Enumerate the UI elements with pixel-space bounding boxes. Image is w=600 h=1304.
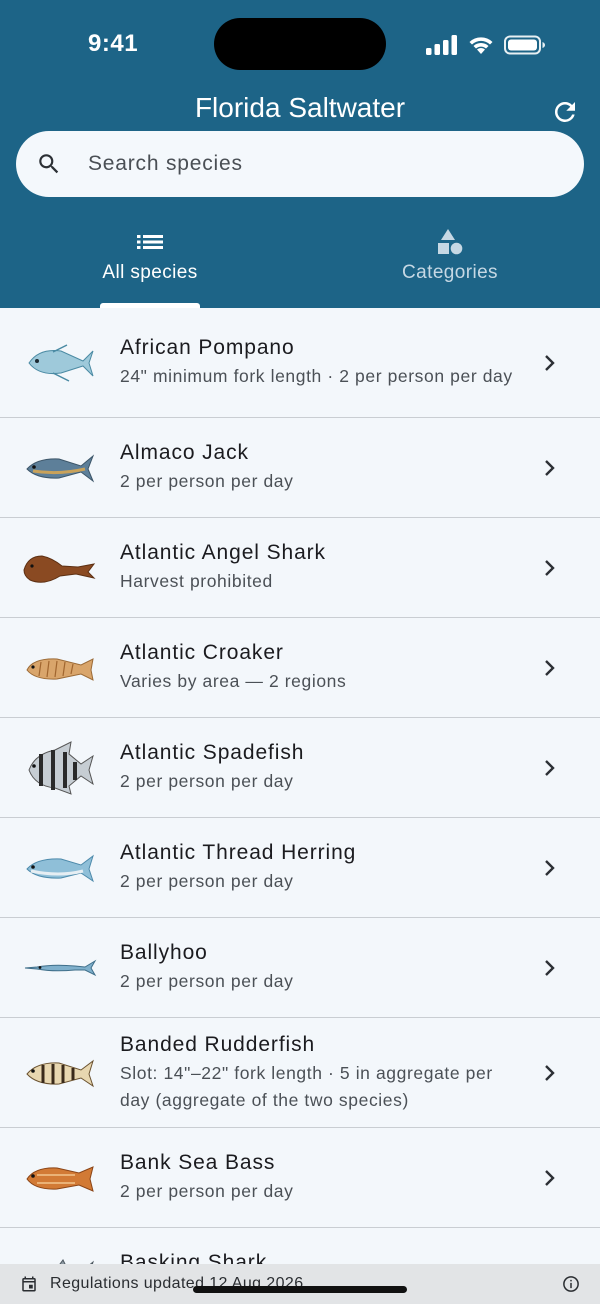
fish-icon: [26, 1165, 94, 1192]
shapes-icon: [438, 229, 463, 255]
list-item[interactable]: Atlantic Croaker Varies by area — 2 regi…: [0, 618, 600, 718]
refresh-icon[interactable]: [550, 97, 580, 127]
search-input[interactable]: [88, 152, 508, 176]
chevron-right-icon: [545, 354, 555, 371]
chevron-right-icon: [545, 959, 555, 976]
species-regulation: 24" minimum fork length · 2 per person p…: [120, 366, 513, 386]
info-icon[interactable]: [562, 1275, 580, 1293]
fish-icon: [28, 740, 94, 795]
list-icon: [137, 235, 163, 249]
fish-icon: [24, 959, 97, 976]
fish-icon: [26, 453, 95, 482]
list-item[interactable]: Atlantic Thread Herring 2 per person per…: [0, 818, 600, 918]
list-item[interactable]: Atlantic Spadefish 2 per person per day: [0, 718, 600, 818]
list-item[interactable]: Banded Rudderfish Slot: 14"–22" fork len…: [0, 1018, 600, 1128]
species-name: Bank Sea Bass: [120, 1151, 276, 1174]
species-name: Atlantic Angel Shark: [120, 541, 326, 564]
species-name: Banded Rudderfish: [120, 1032, 316, 1056]
list-item[interactable]: Almaco Jack 2 per person per day: [0, 418, 600, 518]
species-thumbnail: [0, 958, 120, 978]
species-thumbnail: [0, 1161, 120, 1195]
chevron-right-icon: [545, 559, 555, 576]
species-regulation: 2 per person per day: [120, 971, 294, 991]
chevron-right-icon: [545, 759, 555, 776]
calendar-icon: [22, 1276, 36, 1292]
list-item[interactable]: Atlantic Angel Shark Harvest prohibited: [0, 518, 600, 618]
chevron-right-icon: [545, 859, 555, 876]
species-name: Almaco Jack: [120, 441, 249, 464]
list-item[interactable]: Bank Sea Bass 2 per person per day: [0, 1128, 600, 1228]
chevron-right-icon: [545, 1169, 555, 1186]
species-regulation: 2 per person per day: [120, 1181, 294, 1201]
species-thumbnail: [0, 652, 120, 684]
species-regulation: Harvest prohibited: [120, 571, 273, 591]
fish-icon: [26, 854, 94, 882]
fish-icon: [28, 343, 94, 382]
species-thumbnail: [0, 740, 120, 796]
footer-bar: Regulations updated 12 Aug 2026: [0, 1264, 600, 1304]
search-icon: [39, 154, 59, 174]
dynamic-island: [214, 18, 386, 70]
list-item[interactable]: Ballyhoo 2 per person per day: [0, 918, 600, 1018]
home-indicator: [193, 1286, 407, 1293]
status-time: 9:41: [88, 30, 139, 57]
species-thumbnail: [0, 548, 120, 588]
wifi-icon: [469, 37, 493, 54]
shark-icon: [23, 554, 96, 583]
species-thumbnail: [0, 451, 120, 485]
chevron-right-icon: [545, 659, 555, 676]
species-regulation: 2 per person per day: [120, 771, 294, 791]
list-item[interactable]: Basking Shark: [0, 1228, 600, 1264]
tab-label: All species: [102, 262, 198, 283]
species-name: African Pompano: [120, 336, 295, 359]
species-regulation: 2 per person per day: [120, 471, 294, 491]
tab-categories[interactable]: Categories: [300, 226, 600, 308]
fish-icon: [26, 657, 94, 681]
species-regulation: Varies by area — 2 regions: [120, 671, 347, 691]
species-thumbnail: [0, 1056, 120, 1090]
species-regulation: 2 per person per day: [120, 871, 294, 891]
species-name: Atlantic Thread Herring: [120, 841, 357, 864]
species-list: African Pompano 24" minimum fork length …: [0, 308, 600, 1264]
species-name: Atlantic Spadefish: [120, 741, 305, 764]
species-name: Ballyhoo: [120, 941, 208, 964]
chevron-right-icon: [545, 1064, 555, 1081]
search-bar[interactable]: [16, 131, 584, 197]
species-thumbnail: [0, 343, 120, 383]
page-title: Florida Saltwater: [194, 92, 406, 123]
tab-all-species[interactable]: All species: [0, 226, 300, 308]
app-header: 9:41 Florida Saltwater Search species Al…: [0, 0, 600, 308]
status-icons: [426, 34, 546, 56]
species-name: Basking Shark: [120, 1251, 268, 1264]
battery-icon: [504, 35, 545, 55]
species-thumbnail: [0, 853, 120, 883]
fish-icon: [26, 1059, 94, 1087]
species-thumbnail: [0, 1250, 120, 1264]
chevron-right-icon: [545, 459, 555, 476]
tab-label: Categories: [402, 262, 498, 283]
species-regulation: Slot: 14"–22" fork length · 5 in aggrega…: [120, 1062, 493, 1110]
list-item[interactable]: African Pompano 24" minimum fork length …: [0, 308, 600, 418]
species-name: Atlantic Croaker: [120, 641, 284, 664]
signal-icon: [426, 35, 457, 55]
